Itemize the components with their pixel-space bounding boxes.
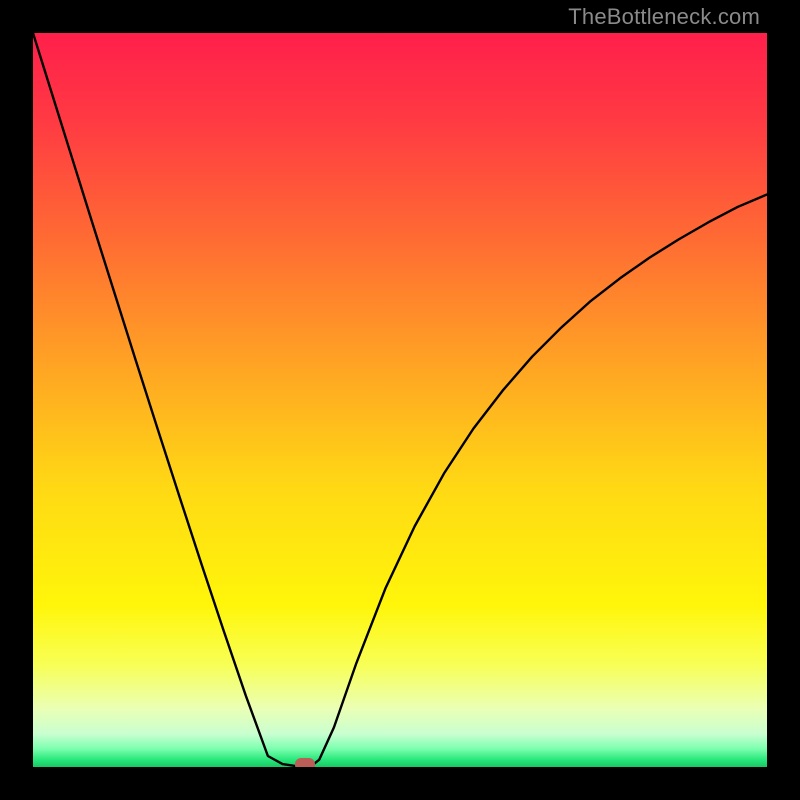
watermark-text: TheBottleneck.com <box>568 4 760 30</box>
minimum-marker <box>295 758 315 767</box>
bottleneck-curve <box>33 33 767 767</box>
chart-frame: TheBottleneck.com <box>0 0 800 800</box>
plot-area <box>33 33 767 767</box>
